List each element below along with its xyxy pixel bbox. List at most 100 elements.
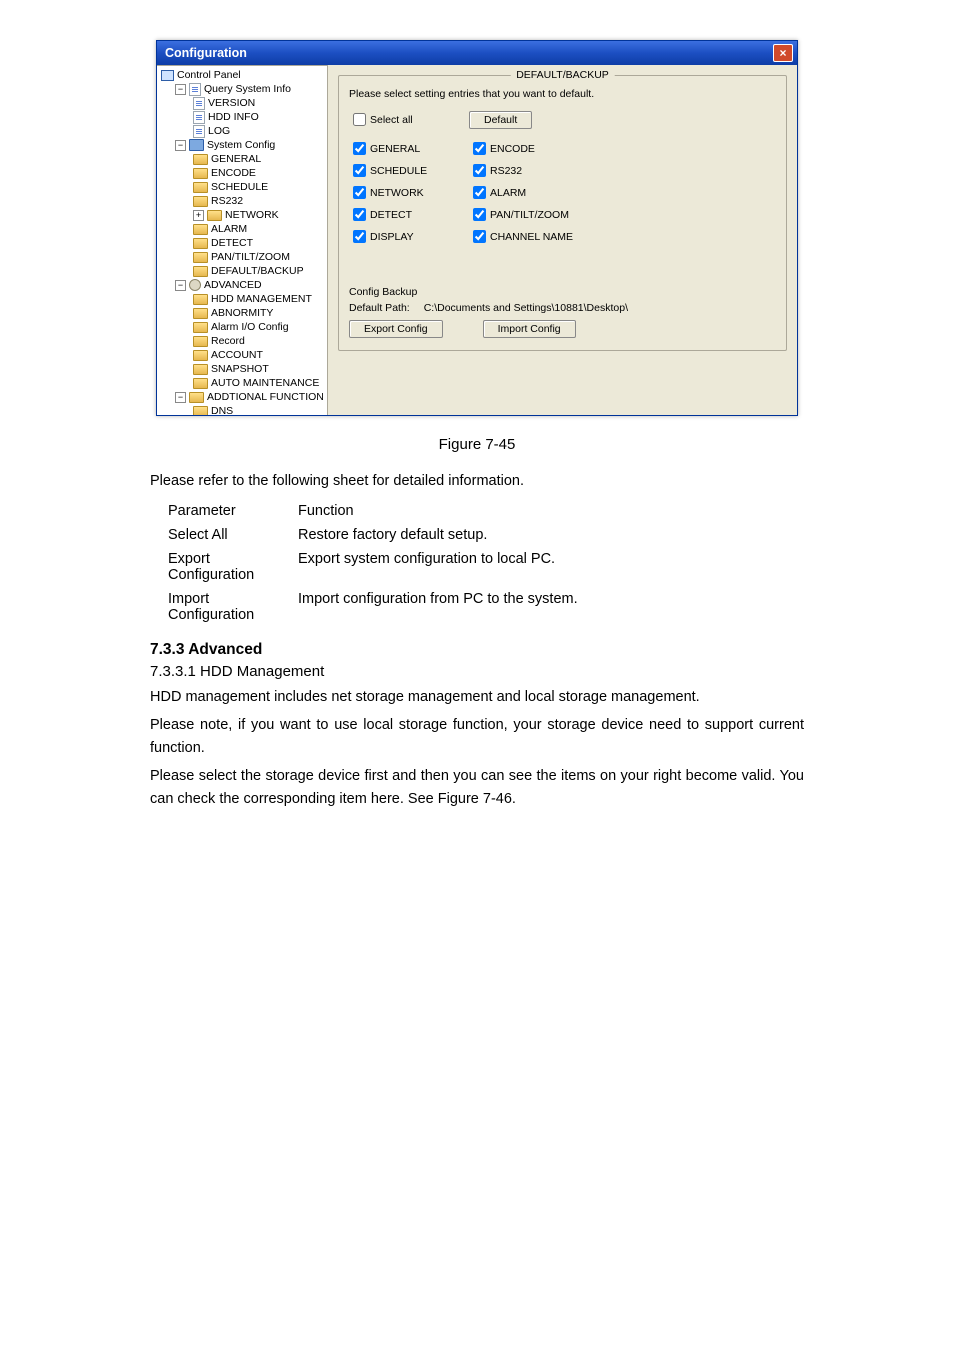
folder-icon [193, 224, 208, 235]
tree-label: SCHEDULE [211, 180, 268, 194]
tree-label: ENCODE [211, 166, 256, 180]
intro-text: Please refer to the following sheet for … [150, 473, 804, 489]
tree-label: ALARM [211, 222, 247, 236]
tree-label: System Config [207, 138, 275, 152]
th-function: Function [298, 499, 588, 523]
cb-label: DETECT [370, 209, 412, 221]
tree-label: GENERAL [211, 152, 261, 166]
expand-icon[interactable]: + [193, 210, 204, 221]
tree-item[interactable]: ACCOUNT [157, 348, 327, 362]
figure-caption: Figure 7-45 [150, 436, 804, 453]
tree-label: DNS [211, 404, 233, 415]
cb-label: SCHEDULE [370, 165, 427, 177]
tree-group-advanced[interactable]: −ADVANCED [157, 278, 327, 292]
network-checkbox[interactable] [353, 186, 366, 199]
main-panel: DEFAULT/BACKUP Please select setting ent… [328, 65, 797, 415]
select-all-checkbox[interactable] [353, 113, 366, 126]
folder-icon [193, 252, 208, 263]
tree-label: SNAPSHOT [211, 362, 269, 376]
tree-item[interactable]: Alarm I/O Config [157, 320, 327, 334]
collapse-icon[interactable]: − [175, 280, 186, 291]
general-checkbox[interactable] [353, 142, 366, 155]
tree-label: NETWORK [225, 208, 279, 222]
select-all-label: Select all [370, 114, 413, 126]
tree-item[interactable]: RS232 [157, 194, 327, 208]
tree-item[interactable]: LOG [157, 124, 327, 138]
encode-checkbox[interactable] [473, 142, 486, 155]
config-backup-title: Config Backup [349, 286, 776, 298]
folder-icon [193, 154, 208, 165]
tree-group-additional[interactable]: −ADDTIONAL FUNCTION [157, 390, 327, 404]
folder-icon [193, 308, 208, 319]
tree-label: VERSION [208, 96, 255, 110]
tree-item[interactable]: VERSION [157, 96, 327, 110]
tree-item[interactable]: DEFAULT/BACKUP [157, 264, 327, 278]
tree-item-network[interactable]: + NETWORK [157, 208, 327, 222]
detect-checkbox[interactable] [353, 208, 366, 221]
instruction-text: Please select setting entries that you w… [349, 88, 776, 100]
export-config-button[interactable]: Export Config [349, 320, 443, 338]
tree-root[interactable]: Control Panel [157, 68, 327, 82]
folder-icon [193, 322, 208, 333]
config-window: Configuration × Control Panel −Query Sys… [156, 40, 798, 416]
cb-label: ENCODE [490, 143, 535, 155]
subsection-heading: 7.3.3.1 HDD Management [150, 663, 804, 680]
folder-icon [193, 294, 208, 305]
default-button[interactable]: Default [469, 111, 532, 129]
page-icon [193, 125, 205, 138]
folder-icon [193, 266, 208, 277]
tree-item[interactable]: ENCODE [157, 166, 327, 180]
tree-label: PAN/TILT/ZOOM [211, 250, 290, 264]
display-checkbox[interactable] [353, 230, 366, 243]
tree-item[interactable]: DNS [157, 404, 327, 415]
tree-item[interactable]: SNAPSHOT [157, 362, 327, 376]
collapse-icon[interactable]: − [175, 392, 186, 403]
tree-item[interactable]: GENERAL [157, 152, 327, 166]
tree-group-query[interactable]: −Query System Info [157, 82, 327, 96]
body-paragraph: Please select the storage device first a… [150, 765, 804, 810]
cb-label: DISPLAY [370, 231, 414, 243]
tree-item[interactable]: Record [157, 334, 327, 348]
cb-label: PAN/TILT/ZOOM [490, 209, 569, 221]
tree-item[interactable]: PAN/TILT/ZOOM [157, 250, 327, 264]
folder-icon [193, 336, 208, 347]
gear-icon [189, 279, 201, 291]
tree-item[interactable]: ABNORMITY [157, 306, 327, 320]
body-paragraph: Please note, if you want to use local st… [150, 714, 804, 759]
tree-label: DETECT [211, 236, 253, 250]
tree-item[interactable]: DETECT [157, 236, 327, 250]
tree-label: ACCOUNT [211, 348, 263, 362]
folder-icon [193, 168, 208, 179]
rs232-checkbox[interactable] [473, 164, 486, 177]
folder-icon [193, 196, 208, 207]
page-icon [189, 83, 201, 96]
tree-label: HDD INFO [208, 110, 259, 124]
window-title: Configuration [165, 46, 247, 60]
config-backup-section: Config Backup Default Path: C:\Documents… [349, 286, 776, 338]
import-config-button[interactable]: Import Config [483, 320, 576, 338]
collapse-icon[interactable]: − [175, 140, 186, 151]
parameter-table: ParameterFunction Select AllRestore fact… [168, 499, 588, 627]
collapse-icon[interactable]: − [175, 84, 186, 95]
tree-item[interactable]: HDD MANAGEMENT [157, 292, 327, 306]
cb-label: CHANNEL NAME [490, 231, 573, 243]
ptz-checkbox[interactable] [473, 208, 486, 221]
tree-item[interactable]: SCHEDULE [157, 180, 327, 194]
page-icon [193, 111, 205, 124]
folder-icon [193, 378, 208, 389]
group-title: DEFAULT/BACKUP [510, 69, 615, 81]
channel-checkbox[interactable] [473, 230, 486, 243]
tool-icon [189, 139, 204, 151]
default-backup-group: DEFAULT/BACKUP Please select setting ent… [338, 75, 787, 351]
alarm-checkbox[interactable] [473, 186, 486, 199]
tree-item[interactable]: AUTO MAINTENANCE [157, 376, 327, 390]
folder-icon [193, 350, 208, 361]
close-icon[interactable]: × [773, 44, 793, 62]
tree-item[interactable]: HDD INFO [157, 110, 327, 124]
th-parameter: Parameter [168, 499, 298, 523]
nav-tree[interactable]: Control Panel −Query System Info VERSION… [157, 65, 328, 415]
tree-group-system[interactable]: − System Config [157, 138, 327, 152]
folder-icon [193, 406, 208, 416]
schedule-checkbox[interactable] [353, 164, 366, 177]
tree-item[interactable]: ALARM [157, 222, 327, 236]
